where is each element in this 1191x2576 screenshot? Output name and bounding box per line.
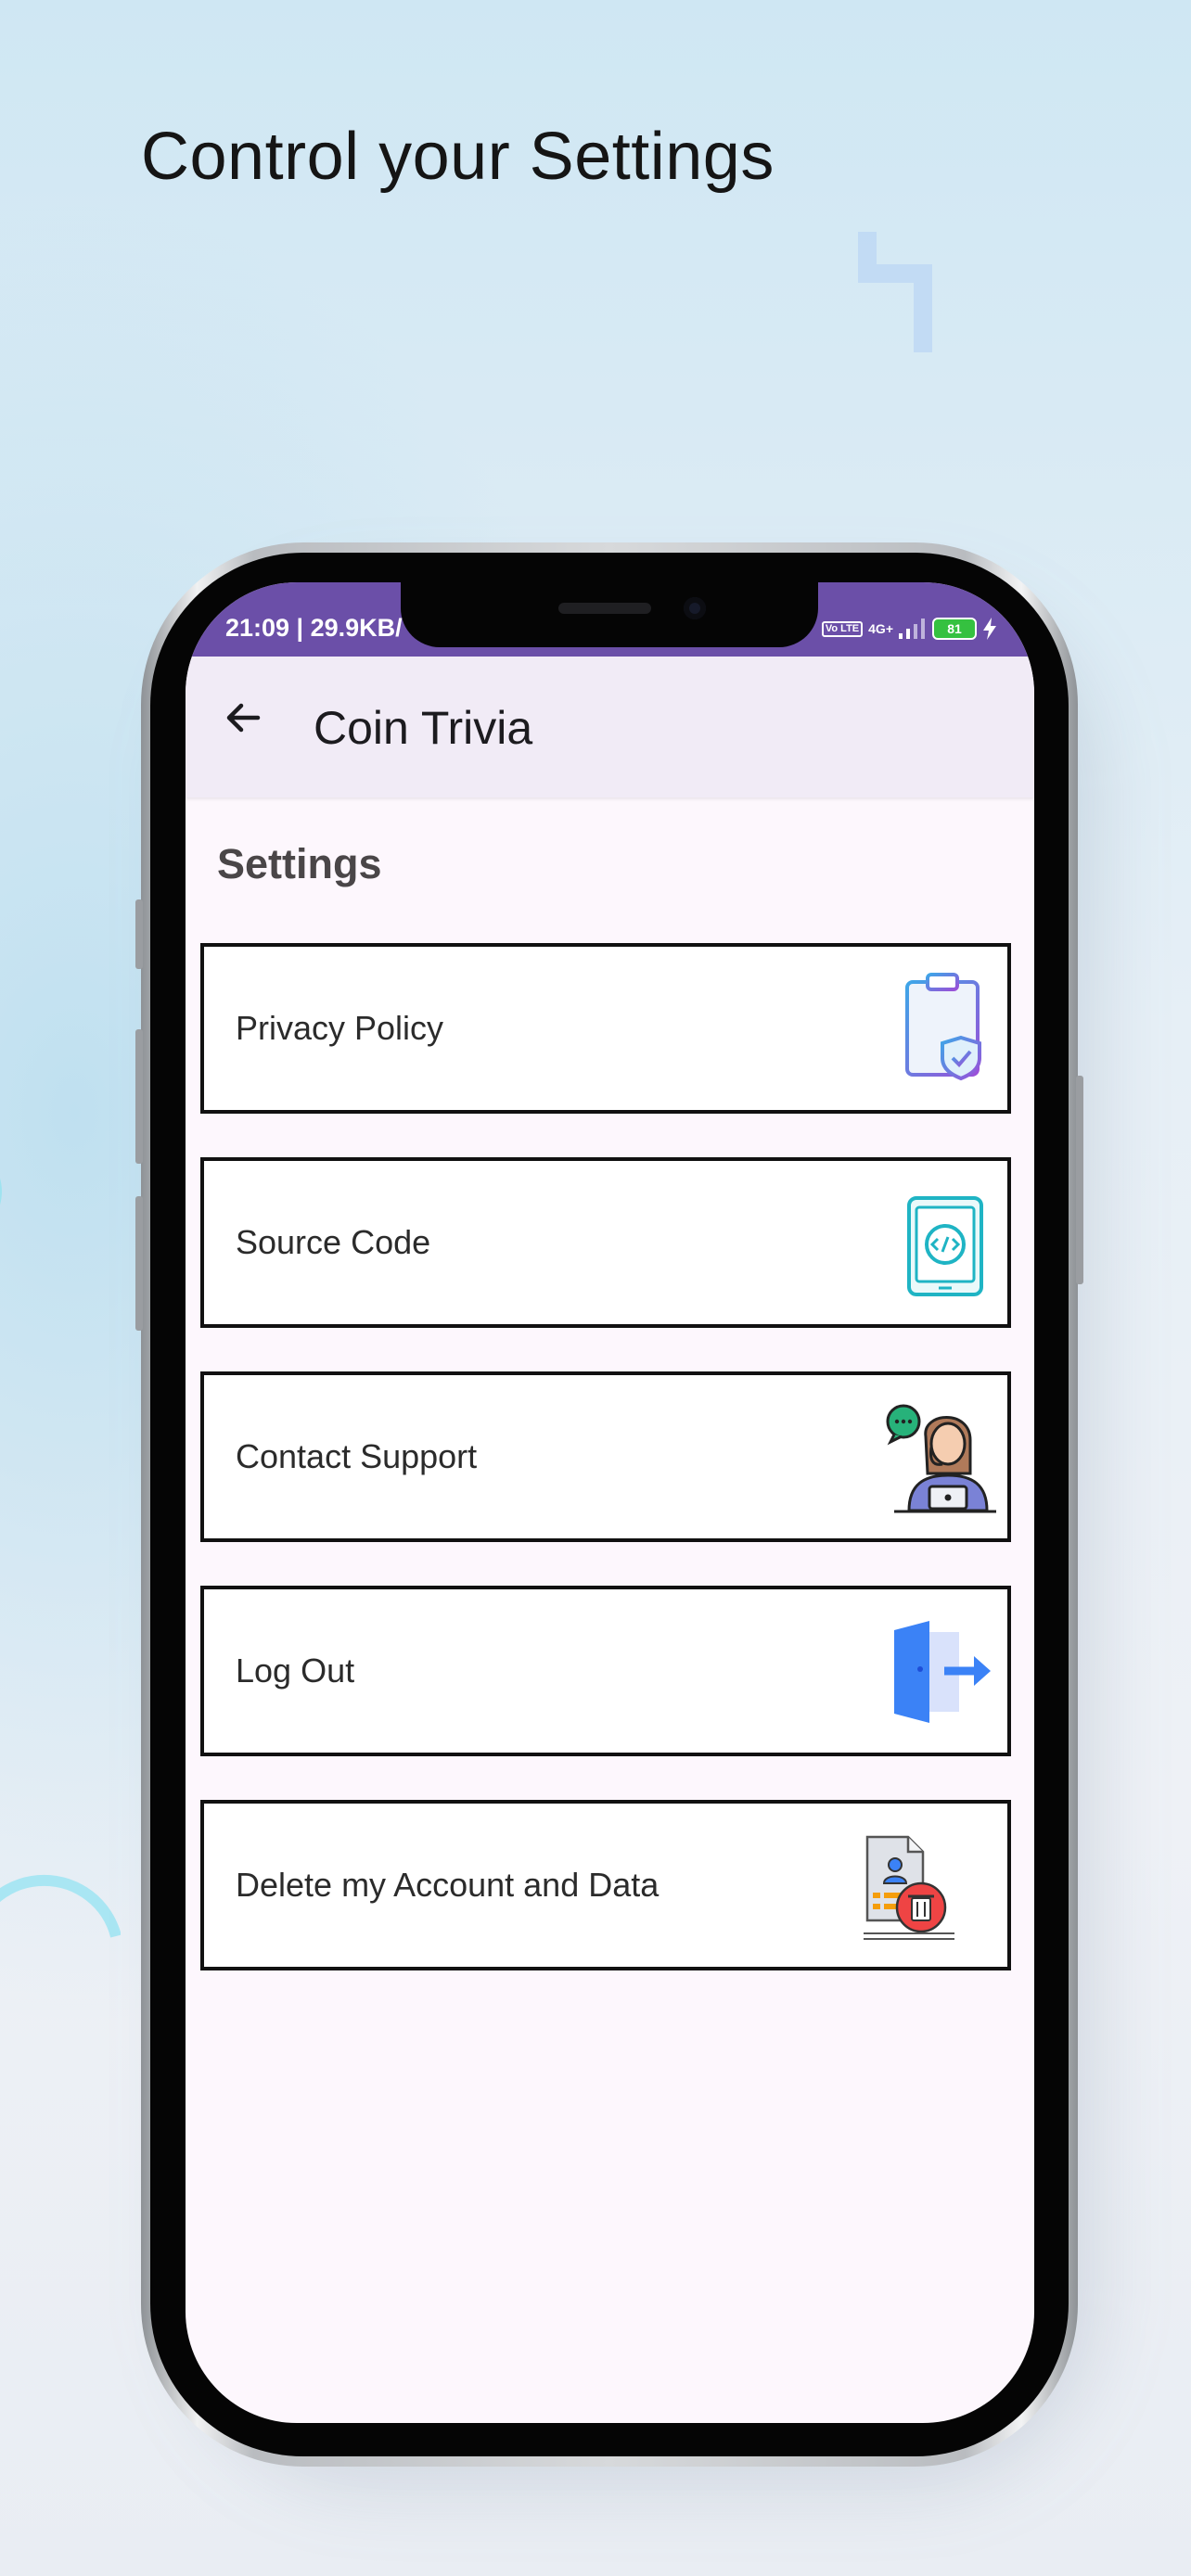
front-camera: [684, 597, 706, 619]
signal-icon: [899, 618, 925, 639]
volte-icon: Vo LTE: [821, 620, 864, 637]
log-out-card[interactable]: Log Out: [200, 1586, 1011, 1756]
charging-icon: [983, 618, 996, 640]
card-label: Delete my Account and Data: [236, 1866, 660, 1904]
privacy-policy-icon: [905, 973, 981, 1081]
card-label: Privacy Policy: [236, 1009, 444, 1047]
phone-side-button: [1076, 1076, 1083, 1284]
contact-support-card[interactable]: Contact Support: [200, 1371, 1011, 1542]
app-title: Coin Trivia: [314, 702, 533, 754]
back-arrow-icon[interactable]: [221, 695, 265, 740]
headline: Control your Settings: [141, 120, 775, 194]
battery-icon: 81: [932, 618, 977, 640]
speaker-grille: [558, 603, 651, 614]
contact-support-icon: [886, 1404, 996, 1513]
card-label: Source Code: [236, 1223, 431, 1261]
battery-level: 81: [947, 621, 962, 636]
decorative-bracket-shape: [839, 232, 932, 352]
status-icons: Vo LTE 4G+ 81: [821, 618, 997, 640]
decorative-arc-shape: [0, 1178, 2, 1205]
phone-screen: 21:09 | 29.9KB/ Vo LTE 4G+ 81 Coin Trivi…: [186, 582, 1034, 2423]
network-type: 4G+: [868, 621, 893, 636]
delete-account-card[interactable]: Delete my Account and Data: [200, 1800, 1011, 1970]
status-time: 21:09 | 29.9KB/: [225, 614, 403, 642]
source-code-icon: [907, 1196, 983, 1296]
card-label: Log Out: [236, 1651, 355, 1690]
app-bar: Coin Trivia: [186, 657, 1034, 797]
privacy-policy-card[interactable]: Privacy Policy: [200, 943, 1011, 1114]
phone-side-button: [135, 1029, 143, 1164]
delete-account-icon: [864, 1835, 954, 1940]
log-out-icon: [894, 1621, 991, 1723]
source-code-card[interactable]: Source Code: [200, 1157, 1011, 1328]
phone-notch: [401, 582, 818, 647]
phone-side-button: [135, 1196, 143, 1331]
settings-heading: Settings: [217, 840, 382, 887]
navigation-bar: [186, 2395, 1034, 2423]
phone-side-button: [135, 899, 143, 969]
decorative-arc-shape: [0, 1874, 121, 1938]
card-label: Contact Support: [236, 1437, 478, 1475]
